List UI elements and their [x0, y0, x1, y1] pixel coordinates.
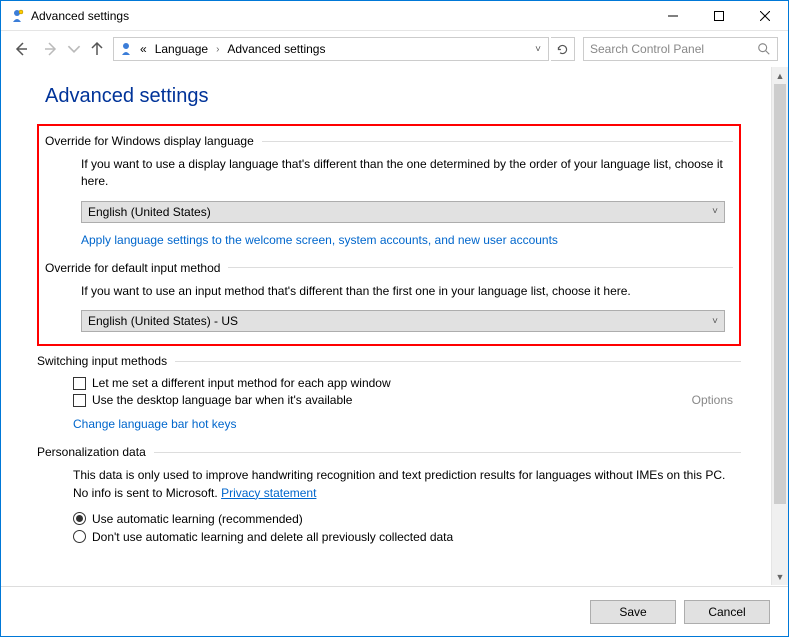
navbar: « Language › Advanced settings ˅ Search … [1, 31, 788, 67]
display-language-value: English (United States) [88, 205, 712, 219]
window-title: Advanced settings [31, 9, 129, 23]
display-desc: If you want to use a display language th… [81, 156, 725, 191]
per-app-input-checkbox[interactable] [73, 377, 86, 390]
breadcrumb-separator-icon: › [214, 44, 221, 55]
group-title-display: Override for Windows display language [45, 134, 262, 148]
personal-desc: This data is only used to improve handwr… [73, 467, 733, 502]
no-learning-radio[interactable] [73, 530, 86, 543]
titlebar: Advanced settings [1, 1, 788, 31]
address-dropdown-icon[interactable]: ˅ [532, 44, 544, 55]
hotkeys-link[interactable]: Change language bar hot keys [73, 417, 236, 431]
forward-button[interactable] [37, 35, 65, 63]
input-method-value: English (United States) - US [88, 314, 712, 328]
breadcrumb-advanced[interactable]: Advanced settings [225, 42, 327, 56]
auto-learning-radio[interactable] [73, 512, 86, 525]
group-title-personal: Personalization data [37, 445, 154, 459]
chevron-down-icon: ˅ [712, 206, 718, 217]
search-icon [757, 42, 771, 56]
cancel-button[interactable]: Cancel [684, 600, 770, 624]
page-title: Advanced settings [45, 85, 741, 108]
control-panel-icon [118, 41, 134, 57]
display-language-combo[interactable]: English (United States) ˅ [81, 201, 725, 223]
save-button[interactable]: Save [590, 600, 676, 624]
per-app-input-label: Let me set a different input method for … [92, 376, 391, 390]
desktop-langbar-checkbox[interactable] [73, 394, 86, 407]
search-input[interactable]: Search Control Panel [583, 37, 778, 61]
group-title-switch: Switching input methods [37, 354, 175, 368]
up-button[interactable] [83, 35, 111, 63]
chevron-down-icon: ˅ [712, 316, 718, 327]
minimize-button[interactable] [650, 1, 696, 31]
scroll-down-button[interactable]: ▼ [772, 568, 788, 585]
personal-desc-text: This data is only used to improve handwr… [73, 468, 725, 499]
langbar-options-link[interactable]: Options [692, 393, 733, 407]
group-title-input: Override for default input method [45, 261, 228, 275]
back-button[interactable] [7, 35, 35, 63]
app-icon [9, 8, 25, 24]
group-header-personal: Personalization data [37, 445, 741, 459]
close-button[interactable] [742, 1, 788, 31]
apply-welcome-link[interactable]: Apply language settings to the welcome s… [81, 233, 725, 247]
group-header-display: Override for Windows display language [45, 134, 733, 148]
input-method-combo[interactable]: English (United States) - US ˅ [81, 310, 725, 332]
highlight-box: Override for Windows display language If… [37, 124, 741, 346]
footer: Save Cancel [1, 586, 788, 636]
input-desc: If you want to use an input method that'… [81, 283, 725, 300]
scroll-thumb[interactable] [774, 84, 786, 504]
refresh-button[interactable] [551, 37, 575, 61]
search-placeholder: Search Control Panel [590, 42, 757, 56]
scroll-up-button[interactable]: ▲ [772, 67, 788, 84]
address-bar[interactable]: « Language › Advanced settings ˅ [113, 37, 549, 61]
no-learning-label: Don't use automatic learning and delete … [92, 530, 453, 544]
desktop-langbar-label: Use the desktop language bar when it's a… [92, 393, 352, 407]
group-header-input: Override for default input method [45, 261, 733, 275]
recent-dropdown[interactable] [67, 35, 81, 63]
content-area: Advanced settings Override for Windows d… [1, 67, 771, 585]
auto-learning-label: Use automatic learning (recommended) [92, 512, 303, 526]
group-header-switch: Switching input methods [37, 354, 741, 368]
privacy-link[interactable]: Privacy statement [221, 486, 316, 500]
breadcrumb-language[interactable]: Language [153, 42, 210, 56]
maximize-button[interactable] [696, 1, 742, 31]
vertical-scrollbar[interactable]: ▲ ▼ [771, 67, 788, 585]
breadcrumb-chevrons[interactable]: « [138, 42, 149, 56]
